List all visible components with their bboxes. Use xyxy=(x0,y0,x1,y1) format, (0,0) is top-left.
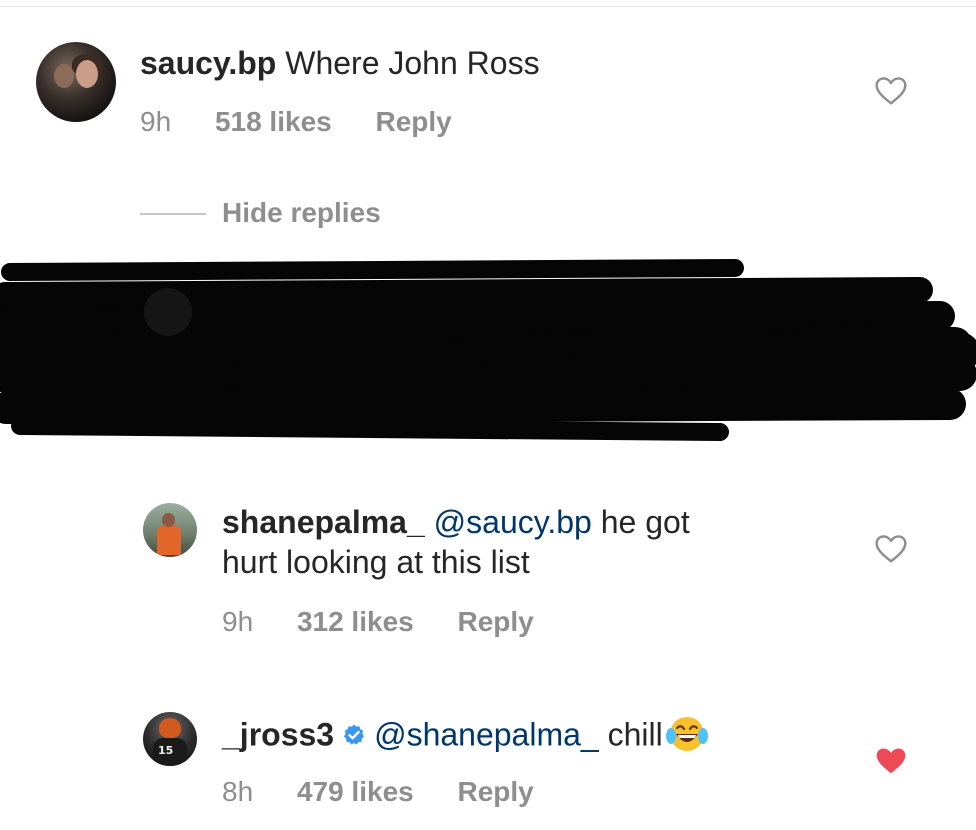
laughing-emoji-icon xyxy=(665,717,708,751)
likes-count[interactable]: 518 likes xyxy=(215,106,332,137)
comment-text: saucy.bp Where John Ross xyxy=(140,43,540,83)
comment-text: shanepalma_ @saucy.bp he got xyxy=(222,502,690,542)
username[interactable]: _jross3 xyxy=(222,716,334,752)
avatar[interactable] xyxy=(36,42,116,122)
reply-button[interactable]: Reply xyxy=(376,106,452,137)
mention-link[interactable]: @saucy.bp xyxy=(434,504,592,540)
mention-link[interactable]: @shanepalma_ xyxy=(374,716,599,752)
comment-meta: 8h 479 likes Reply xyxy=(222,776,534,808)
comment-time: 9h xyxy=(140,106,172,137)
comment-meta: 9h 312 likes Reply xyxy=(222,606,534,638)
redaction-scribble xyxy=(0,259,976,441)
comment-time: 9h xyxy=(222,606,254,637)
username[interactable]: shanepalma_ xyxy=(222,504,425,540)
comment-meta: 9h 518 likes Reply xyxy=(140,106,452,138)
hide-replies-button[interactable]: Hide replies xyxy=(222,197,381,229)
likes-count[interactable]: 479 likes xyxy=(297,776,414,807)
heart-icon[interactable] xyxy=(874,534,908,564)
comment-text-line2: hurt looking at this list xyxy=(222,544,530,580)
username[interactable]: saucy.bp xyxy=(140,45,276,81)
comment-time: 8h xyxy=(222,776,254,807)
comment-body: chill xyxy=(607,716,663,753)
top-divider xyxy=(0,6,976,7)
avatar[interactable] xyxy=(143,503,197,557)
avatar[interactable]: 15 xyxy=(143,712,197,766)
heart-filled-icon[interactable] xyxy=(874,746,908,776)
comment-text: _jross3 @shanepalma_ chill xyxy=(222,714,709,760)
hide-replies-line xyxy=(140,213,206,215)
likes-count[interactable]: 312 likes xyxy=(297,606,414,637)
comment-body: he got xyxy=(600,504,690,540)
reply-button[interactable]: Reply xyxy=(458,776,534,807)
verified-badge-icon xyxy=(344,724,365,745)
comment-body: Where John Ross xyxy=(285,45,540,81)
heart-icon[interactable] xyxy=(874,76,908,106)
reply-button[interactable]: Reply xyxy=(458,606,534,637)
